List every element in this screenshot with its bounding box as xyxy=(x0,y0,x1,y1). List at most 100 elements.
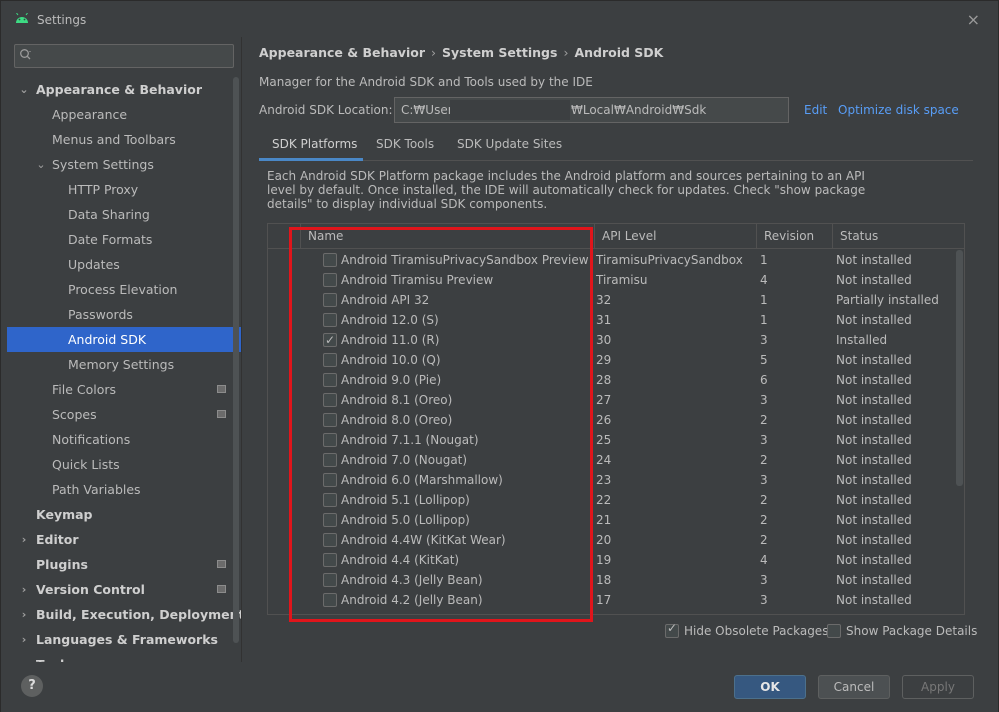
install-status: Not installed xyxy=(836,273,912,287)
install-status: Not installed xyxy=(836,373,912,387)
sidebar-item-system-settings[interactable]: ⌄ System Settings xyxy=(1,152,233,177)
project-level-icon xyxy=(217,410,226,418)
sidebar-item-notifications[interactable]: Notifications xyxy=(1,427,233,452)
sdk-location-value-end: ₩Local₩Android₩Sdk xyxy=(571,103,707,117)
chevron-right-icon[interactable]: › xyxy=(19,577,29,602)
apply-button[interactable]: Apply xyxy=(902,675,974,699)
hide-obsolete-packages-option[interactable]: Hide Obsolete Packages xyxy=(665,621,828,638)
sidebar-item-label: Build, Execution, Deployment xyxy=(36,607,242,622)
sidebar-item-keymap[interactable]: Keymap xyxy=(1,502,233,527)
optimize-disk-space-link[interactable]: Optimize disk space xyxy=(838,103,959,117)
sidebar-scrollbar[interactable] xyxy=(233,77,239,643)
show-package-details-option[interactable]: Show Package Details xyxy=(827,624,977,638)
install-status: Partially installed xyxy=(836,293,939,307)
column-header-revision[interactable]: Revision xyxy=(756,224,832,249)
install-status: Not installed xyxy=(836,313,912,327)
sidebar-item-quick-lists[interactable]: Quick Lists xyxy=(1,452,233,477)
breadcrumb-item[interactable]: Appearance & Behavior xyxy=(259,45,425,60)
tab-sdk-tools[interactable]: SDK Tools xyxy=(376,137,434,151)
show-details-checkbox[interactable] xyxy=(827,624,841,638)
api-level: 22 xyxy=(596,493,612,507)
sidebar-item-date-formats[interactable]: Date Formats xyxy=(1,227,233,252)
install-status: Not installed xyxy=(836,413,912,427)
sidebar-item-memory-settings[interactable]: Memory Settings xyxy=(1,352,233,377)
search-input[interactable] xyxy=(39,47,229,65)
sidebar-item-label: Editor xyxy=(36,532,79,547)
revision: 2 xyxy=(760,533,768,547)
sdk-location-label: Android SDK Location: xyxy=(259,103,393,117)
api-level: 28 xyxy=(596,373,612,387)
breadcrumb-item[interactable]: System Settings xyxy=(442,45,557,60)
sidebar-item-label: HTTP Proxy xyxy=(68,182,139,197)
column-header-api-level[interactable]: API Level xyxy=(594,224,756,249)
chevron-right-icon[interactable]: › xyxy=(19,652,29,662)
sidebar-item-tools[interactable]: › Tools xyxy=(1,652,233,662)
sidebar-item-editor[interactable]: › Editor xyxy=(1,527,233,552)
sidebar-item-label: Keymap xyxy=(36,507,93,522)
tab-sdk-platforms[interactable]: SDK Platforms xyxy=(272,137,357,151)
sidebar-item-label: Date Formats xyxy=(68,232,153,247)
sidebar-item-label: Data Sharing xyxy=(68,207,150,222)
tab-sdk-update-sites[interactable]: SDK Update Sites xyxy=(457,137,562,151)
install-status: Not installed xyxy=(836,253,912,267)
sidebar-item-version-control[interactable]: › Version Control xyxy=(1,577,233,602)
api-level: 24 xyxy=(596,453,612,467)
sidebar-item-file-colors[interactable]: File Colors xyxy=(1,377,233,402)
api-level: 29 xyxy=(596,353,612,367)
api-level: Tiramisu xyxy=(596,273,648,287)
api-level: TiramisuPrivacySandbox xyxy=(596,253,743,267)
android-icon xyxy=(16,13,28,23)
close-icon[interactable]: × xyxy=(967,10,980,29)
chevron-down-icon[interactable]: ⌄ xyxy=(36,152,46,177)
api-level: 26 xyxy=(596,413,612,427)
revision: 5 xyxy=(760,353,768,367)
sidebar-item-http-proxy[interactable]: HTTP Proxy xyxy=(1,177,233,202)
sidebar-item-build-execution-deployment[interactable]: › Build, Execution, Deployment xyxy=(1,602,241,627)
help-button[interactable]: ? xyxy=(21,675,43,697)
search-icon xyxy=(20,49,31,60)
chevron-down-icon[interactable]: ⌄ xyxy=(19,77,29,102)
sidebar-item-appearance-behavior[interactable]: ⌄ Appearance & Behavior xyxy=(1,77,233,102)
edit-link[interactable]: Edit xyxy=(804,103,827,117)
chevron-right-icon[interactable]: › xyxy=(19,602,29,627)
sidebar-item-data-sharing[interactable]: Data Sharing xyxy=(1,202,233,227)
revision: 2 xyxy=(760,493,768,507)
chevron-right-icon[interactable]: › xyxy=(19,527,29,552)
sidebar-item-passwords[interactable]: Passwords xyxy=(1,302,233,327)
sidebar-item-plugins[interactable]: Plugins xyxy=(1,552,233,577)
sidebar-item-label: Plugins xyxy=(36,557,88,572)
install-status: Not installed xyxy=(836,353,912,367)
sidebar-item-label: Notifications xyxy=(52,432,131,447)
ok-button[interactable]: OK xyxy=(734,675,806,699)
sidebar-item-label: Appearance xyxy=(52,107,128,122)
install-status: Not installed xyxy=(836,453,912,467)
sidebar-item-process-elevation[interactable]: Process Elevation xyxy=(1,277,233,302)
api-level: 23 xyxy=(596,473,612,487)
chevron-right-icon[interactable]: › xyxy=(19,627,29,652)
sidebar-item-label: Process Elevation xyxy=(68,282,178,297)
sidebar-item-label: Memory Settings xyxy=(68,357,175,372)
revision: 4 xyxy=(760,553,768,567)
sidebar-item-scopes[interactable]: Scopes xyxy=(1,402,233,427)
sidebar-item-updates[interactable]: Updates xyxy=(1,252,233,277)
hide-obsolete-checkbox[interactable] xyxy=(665,621,679,638)
install-status: Not installed xyxy=(836,533,912,547)
table-scrollbar[interactable] xyxy=(956,250,963,486)
sidebar-item-label: File Colors xyxy=(52,382,117,397)
search-field[interactable] xyxy=(14,44,234,68)
sidebar-item-appearance[interactable]: Appearance xyxy=(1,102,233,127)
sidebar-item-path-variables[interactable]: Path Variables xyxy=(1,477,233,502)
sidebar-item-menus-toolbars[interactable]: Menus and Toolbars xyxy=(1,127,233,152)
revision: 3 xyxy=(760,433,768,447)
sidebar-item-android-sdk[interactable]: Android SDK xyxy=(7,327,241,352)
sidebar-item-label: Android SDK xyxy=(68,332,147,347)
api-level: 20 xyxy=(596,533,612,547)
sdk-location-field[interactable]: C:₩Users ₩Local₩Android₩Sdk xyxy=(394,97,789,123)
cancel-button[interactable]: Cancel xyxy=(818,675,890,699)
sidebar-item-label: Scopes xyxy=(52,407,97,422)
revision: 3 xyxy=(760,393,768,407)
breadcrumb-item: Android SDK xyxy=(574,45,664,60)
revision: 2 xyxy=(760,413,768,427)
column-header-status[interactable]: Status xyxy=(832,224,956,249)
sidebar-item-languages-frameworks[interactable]: › Languages & Frameworks xyxy=(1,627,233,652)
